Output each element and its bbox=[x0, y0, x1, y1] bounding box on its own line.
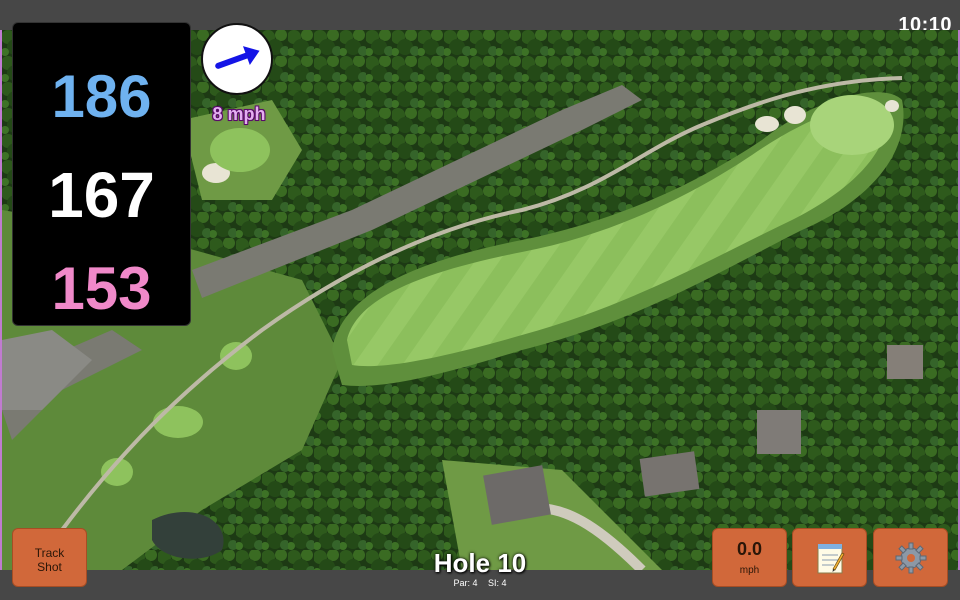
hole-info: Par: 4 SI: 4 bbox=[380, 578, 580, 588]
speed-unit: mph bbox=[739, 565, 760, 576]
wind-direction-dial bbox=[201, 23, 273, 95]
track-shot-label-line1: Track bbox=[34, 546, 65, 560]
notes-button[interactable] bbox=[792, 528, 867, 587]
settings-button[interactable] bbox=[873, 528, 948, 587]
middle-distance: 167 bbox=[48, 159, 155, 231]
hole-title: Hole 10 bbox=[433, 548, 527, 578]
speed-button[interactable]: 0.0 mph bbox=[712, 528, 787, 587]
notepad-icon bbox=[817, 543, 844, 573]
wind-arrow-icon bbox=[215, 46, 260, 69]
track-shot-button[interactable]: Track Shot bbox=[12, 528, 87, 587]
front-distance: 153 bbox=[51, 255, 152, 322]
gear-icon bbox=[895, 542, 926, 573]
back-distance: 186 bbox=[51, 63, 152, 130]
si-label: SI: 4 bbox=[488, 578, 507, 588]
wind-speed-label: 8 mph bbox=[212, 104, 266, 124]
track-shot-label-line2: Shot bbox=[37, 560, 62, 574]
distance-panel: 186 167 153 bbox=[12, 22, 191, 326]
par-label: Par: 4 bbox=[453, 578, 478, 588]
speed-value: 0.0 bbox=[736, 539, 763, 559]
